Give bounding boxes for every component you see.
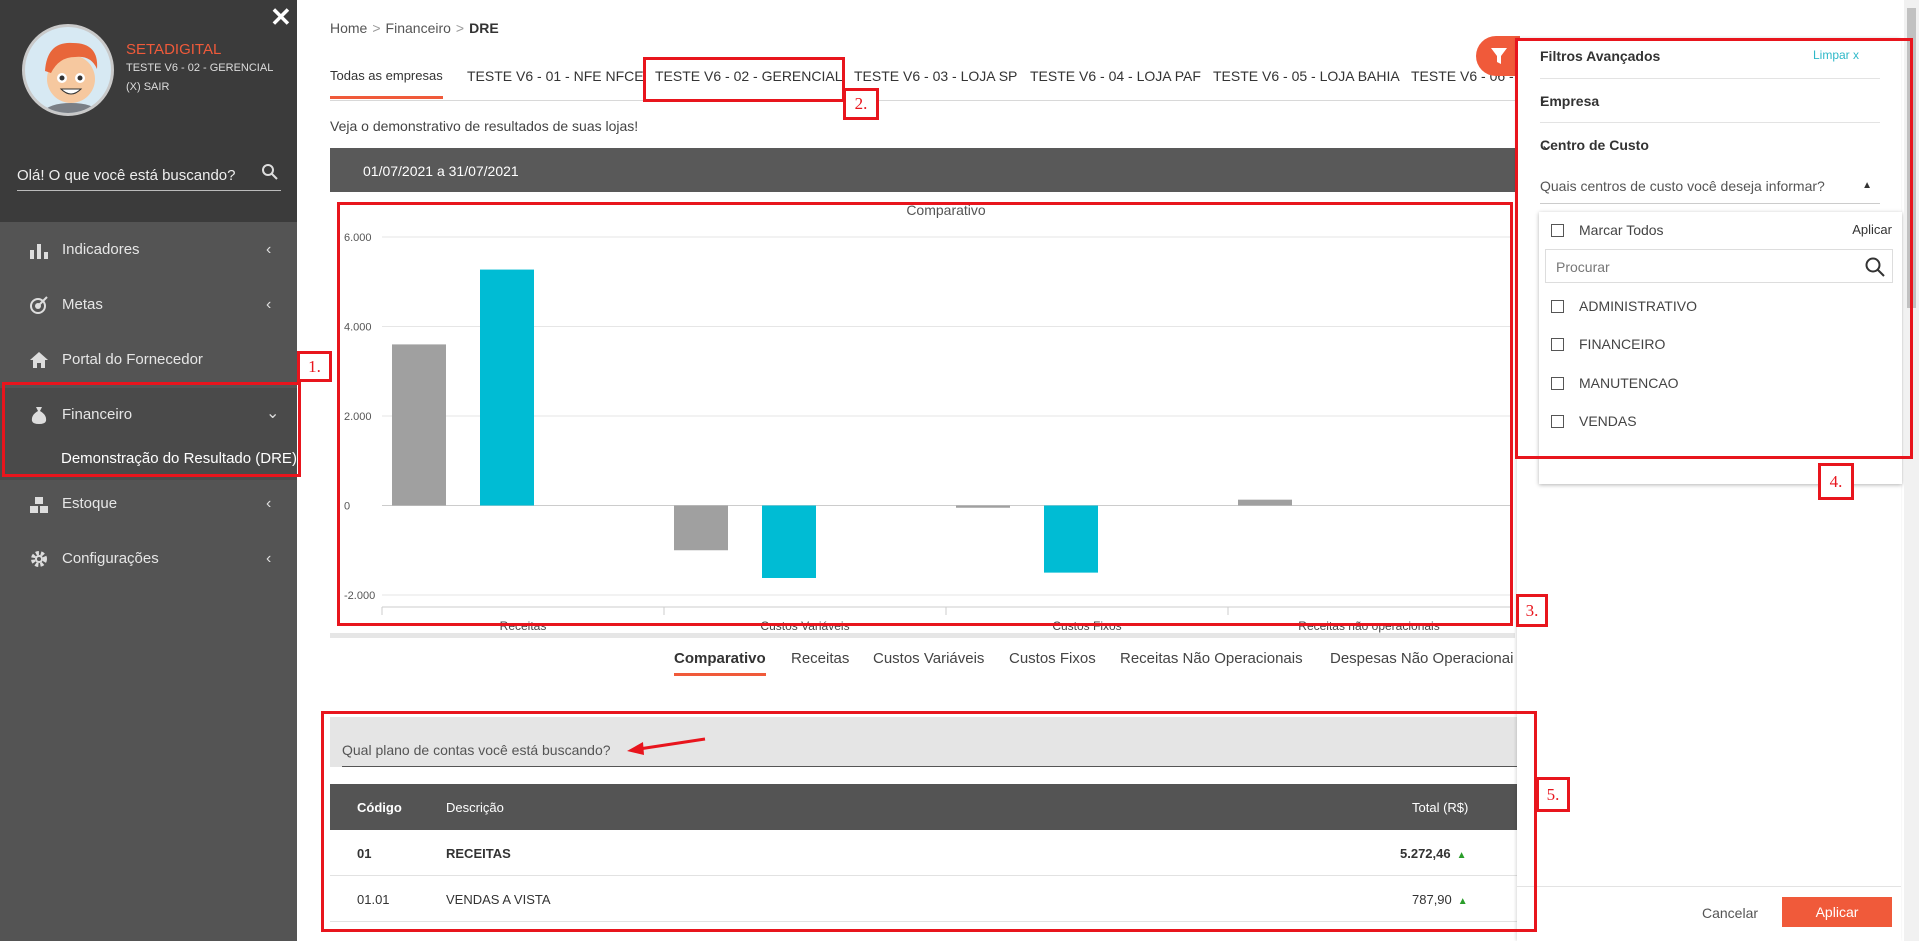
tab-empresa-05[interactable]: TESTE V6 - 05 - LOJA BAHIA <box>1213 68 1400 84</box>
tab-despesas-nao-operacionais[interactable]: Despesas Não Operacionai <box>1330 650 1513 667</box>
annotation-label-1: 1. <box>297 351 332 382</box>
breadcrumb: Home > Financeiro > DRE <box>330 20 499 36</box>
tab-empresa-01[interactable]: TESTE V6 - 01 - NFE NFCE <box>467 68 644 84</box>
filter-icon <box>1491 48 1507 64</box>
logout-link[interactable]: (X) SAIR <box>126 81 169 93</box>
avatar <box>22 24 114 116</box>
tab-empresa-04[interactable]: TESTE V6 - 04 - LOJA PAF <box>1030 68 1201 84</box>
sidebar-item-estoque[interactable]: Estoque ‹ <box>0 476 297 531</box>
annotation-box-2 <box>643 57 845 102</box>
annotation-box-1 <box>2 382 301 477</box>
breadcrumb-current: DRE <box>469 20 499 36</box>
sidebar-search-placeholder: Olá! O que você está buscando? <box>17 167 236 184</box>
search-icon[interactable] <box>261 163 279 181</box>
annotation-box-4 <box>1515 38 1913 459</box>
gear-icon <box>31 551 47 567</box>
home-icon <box>30 352 48 368</box>
store-name: TESTE V6 - 02 - GERENCIAL <box>126 62 274 74</box>
annotation-label-4: 4. <box>1818 463 1854 500</box>
breadcrumb-financeiro[interactable]: Financeiro <box>386 20 451 36</box>
sidebar-item-indicadores[interactable]: Indicadores ‹ <box>0 222 297 277</box>
breadcrumb-separator: > <box>455 20 465 36</box>
company-tabs: Todas as empresas TESTE V6 - 01 - NFE NF… <box>330 68 1515 101</box>
breadcrumb-separator: > <box>372 20 381 36</box>
chevron-left-icon: ‹ <box>266 241 272 258</box>
annotation-box-3 <box>337 202 1513 626</box>
sidebar-item-metas[interactable]: Metas ‹ <box>0 277 297 332</box>
sidebar-item-label: Portal do Fornecedor <box>62 351 203 368</box>
tab-receitas[interactable]: Receitas <box>791 650 849 667</box>
chart-scrollbar[interactable] <box>330 633 1515 638</box>
close-icon[interactable]: ✕ <box>270 4 292 30</box>
filters-footer: Cancelar Aplicar <box>1517 886 1901 941</box>
cancel-button[interactable]: Cancelar <box>1702 905 1758 921</box>
tab-custos-variaveis[interactable]: Custos Variáveis <box>873 650 984 667</box>
sidebar-item-label: Configurações <box>62 550 159 567</box>
sidebar-item-portal-fornecedor[interactable]: Portal do Fornecedor <box>0 332 297 387</box>
apply-button[interactable]: Aplicar <box>1782 897 1892 927</box>
tab-receitas-nao-operacionais[interactable]: Receitas Não Operacionais <box>1120 650 1303 667</box>
report-tabs: Comparativo Receitas Custos Variáveis Cu… <box>674 650 1516 678</box>
sidebar-item-label: Metas <box>62 296 103 313</box>
tab-empresa-03[interactable]: TESTE V6 - 03 - LOJA SP <box>854 68 1017 84</box>
annotation-box-5 <box>321 711 1537 932</box>
breadcrumb-home[interactable]: Home <box>330 20 367 36</box>
filter-button[interactable] <box>1476 36 1520 76</box>
target-icon <box>30 296 48 314</box>
date-range: 01/07/2021 a 31/07/2021 <box>363 163 519 179</box>
page-subtitle: Veja o demonstrativo de resultados de su… <box>330 118 639 134</box>
annotation-label-3: 3. <box>1516 594 1548 627</box>
sidebar-item-label: Estoque <box>62 495 118 512</box>
chevron-left-icon: ‹ <box>266 296 272 313</box>
boxes-icon <box>30 497 48 513</box>
sidebar-search[interactable]: Olá! O que você está buscando? <box>17 163 281 191</box>
annotation-label-5: 5. <box>1536 777 1570 812</box>
date-range-bar[interactable]: 01/07/2021 a 31/07/2021 <box>330 148 1515 192</box>
sidebar-item-label: Indicadores <box>62 241 140 258</box>
brand-name: SETADIGITAL <box>126 41 222 58</box>
tab-todas-empresas[interactable]: Todas as empresas <box>330 68 443 99</box>
tab-comparativo[interactable]: Comparativo <box>674 650 766 676</box>
bar-chart-icon <box>30 244 48 259</box>
annotation-label-2: 2. <box>843 88 879 120</box>
chevron-left-icon: ‹ <box>266 495 272 512</box>
sidebar-item-configuracoes[interactable]: Configurações ‹ <box>0 531 297 586</box>
annotation-arrow-icon <box>627 737 706 755</box>
tab-custos-fixos[interactable]: Custos Fixos <box>1009 650 1096 667</box>
chevron-left-icon: ‹ <box>266 550 272 567</box>
